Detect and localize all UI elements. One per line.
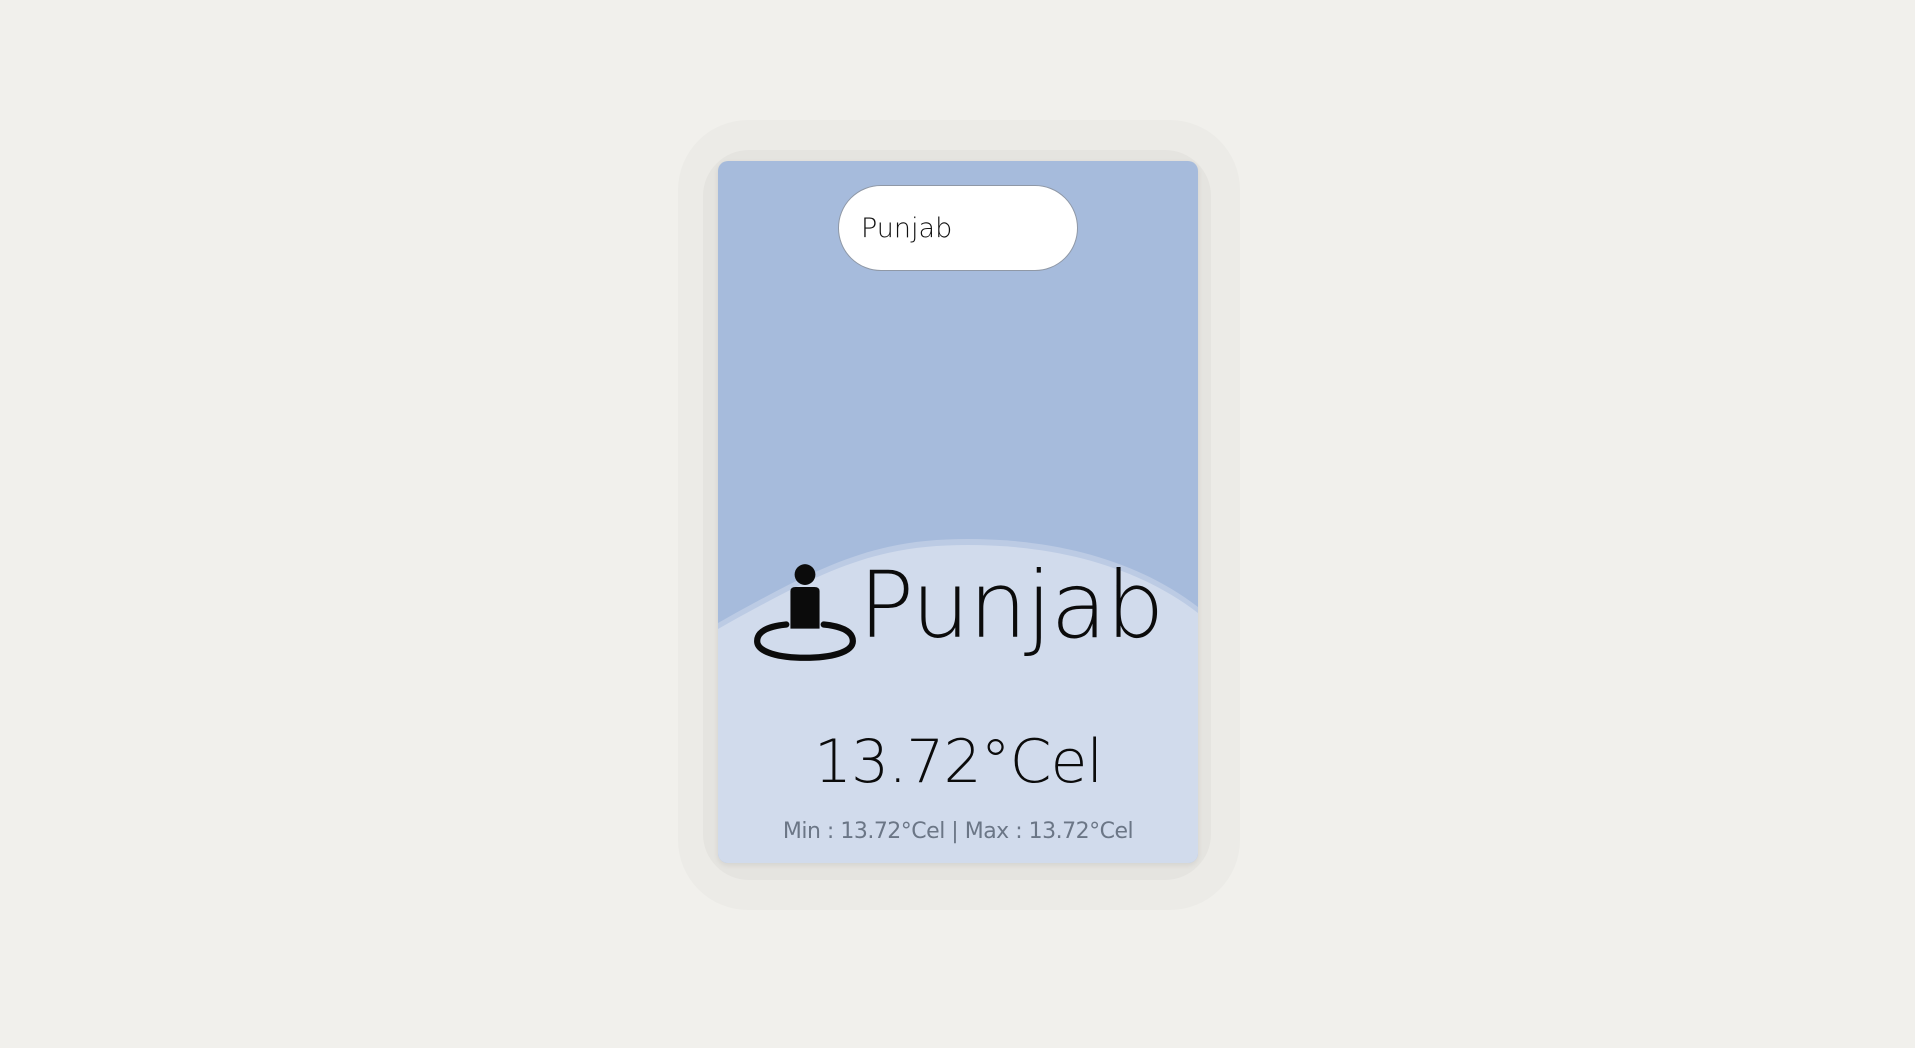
weather-card: Punjab 13.72°Cel Min : 13.72°Cel | Max :… xyxy=(718,161,1198,863)
min-max-temperature: Min : 13.72°Cel | Max : 13.72°Cel xyxy=(782,819,1134,844)
location-heading: Punjab xyxy=(718,541,1198,671)
city-name: Punjab xyxy=(858,552,1165,659)
current-temperature: 13.72°Cel xyxy=(813,727,1103,797)
city-search-input[interactable] xyxy=(838,185,1078,271)
person-pin-icon xyxy=(753,564,856,661)
